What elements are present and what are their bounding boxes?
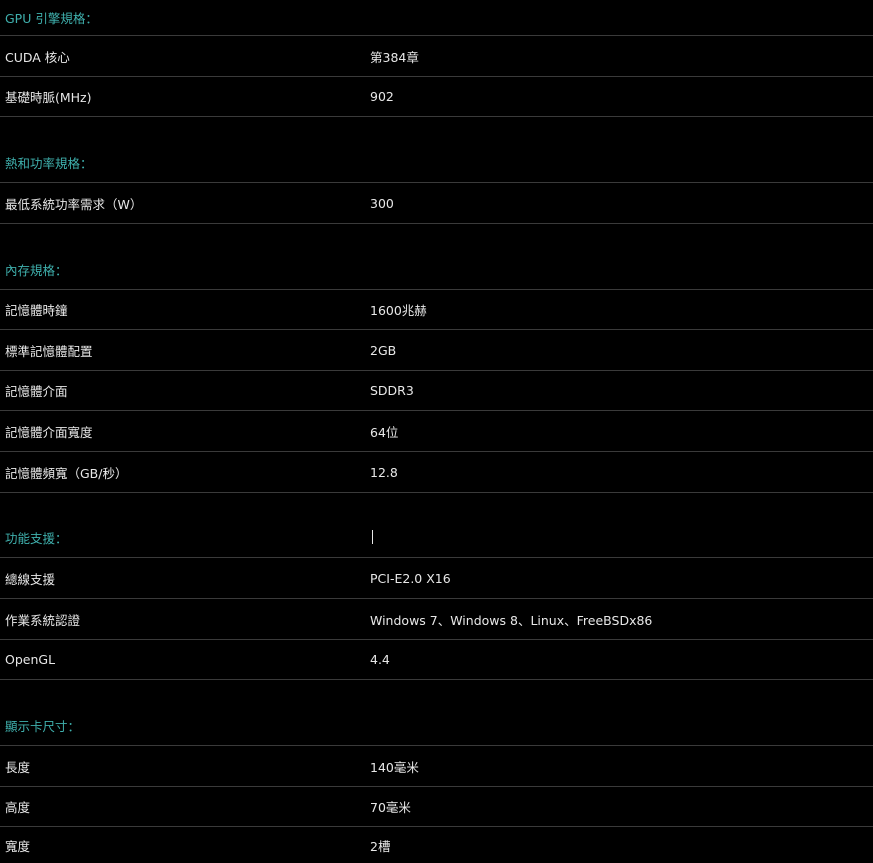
spec-value: 2GB: [370, 342, 397, 358]
spec-row: 長度 140毫米: [0, 746, 873, 787]
spec-label: 長度: [5, 759, 31, 775]
spec-label: 記憶體時鐘: [5, 303, 68, 318]
spec-row: 最低系統功率需求（W） 300: [0, 183, 873, 224]
spec-value: 4.4: [370, 652, 390, 667]
section-title-text: 內存規格：: [5, 262, 68, 278]
spec-value: Windows 7、Windows 8、Linux、FreeBSDx86: [370, 612, 653, 628]
section-title-text: GPU 引擎規格：: [5, 11, 98, 26]
spec-label: 寬度: [5, 838, 31, 854]
spec-value: 12.8: [370, 464, 398, 480]
section-title-text: 功能支援：: [5, 530, 68, 546]
spec-row: 高度 70毫米: [0, 787, 873, 827]
section-title-feature-support: 功能支援：: [0, 517, 873, 558]
spec-label: 最低系統功率需求（W）: [5, 196, 143, 212]
spec-row: 寬度 2槽: [0, 827, 873, 863]
spec-label: 總線支援: [5, 571, 56, 587]
text-cursor: [372, 530, 373, 544]
spec-label: 高度: [5, 800, 31, 815]
spec-label: 記憶體介面: [5, 384, 68, 399]
spec-row: OpenGL 4.4: [0, 640, 873, 680]
spec-label: 記憶體介面寬度: [5, 424, 93, 440]
spec-value: 2槽: [370, 838, 391, 854]
spec-row: 記憶體時鐘 1600兆赫: [0, 290, 873, 330]
spec-label: 基礎時脈(MHz): [5, 90, 92, 105]
section-title-memory: 內存規格：: [0, 249, 873, 290]
section-title-card-dimensions: 顯示卡尺寸：: [0, 705, 873, 746]
spec-value: 70毫米: [370, 800, 411, 815]
spec-row: 記憶體頻寬（GB/秒） 12.8: [0, 452, 873, 493]
spec-label: 記憶體頻寬（GB/秒）: [5, 465, 128, 481]
spec-row: 記憶體介面 SDDR3: [0, 371, 873, 411]
spec-value: SDDR3: [370, 383, 414, 398]
section-title-text: 熱和功率規格：: [5, 155, 93, 171]
spec-value: PCI-E2.0 X16: [370, 570, 451, 586]
spec-row: 作業系統認證 Windows 7、Windows 8、Linux、FreeBSD…: [0, 599, 873, 640]
spec-label: OpenGL: [5, 652, 56, 667]
spec-row: 基礎時脈(MHz) 902: [0, 77, 873, 117]
spec-value: 64位: [370, 424, 399, 440]
spec-label: 標準記憶體配置: [5, 343, 93, 359]
spec-value: 300: [370, 195, 394, 211]
spec-label: 作業系統認證: [5, 612, 81, 628]
section-title-gpu-engine: GPU 引擎規格：: [0, 0, 873, 36]
section-title-thermal-power: 熱和功率規格：: [0, 142, 873, 183]
spec-value: 140毫米: [370, 759, 419, 775]
spec-label: CUDA 核心: [5, 49, 70, 65]
section-title-text: 顯示卡尺寸：: [5, 718, 81, 734]
spec-table: GPU 引擎規格： CUDA 核心 第384章 基礎時脈(MHz) 902 熱和…: [0, 0, 873, 861]
spec-value: 902: [370, 89, 394, 104]
spec-row: 標準記憶體配置 2GB: [0, 330, 873, 371]
spec-value: 第384章: [370, 49, 419, 65]
spec-row: 記憶體介面寬度 64位: [0, 411, 873, 452]
spec-row: CUDA 核心 第384章: [0, 36, 873, 77]
spec-row: 總線支援 PCI-E2.0 X16: [0, 558, 873, 599]
spec-value: 1600兆赫: [370, 303, 427, 318]
